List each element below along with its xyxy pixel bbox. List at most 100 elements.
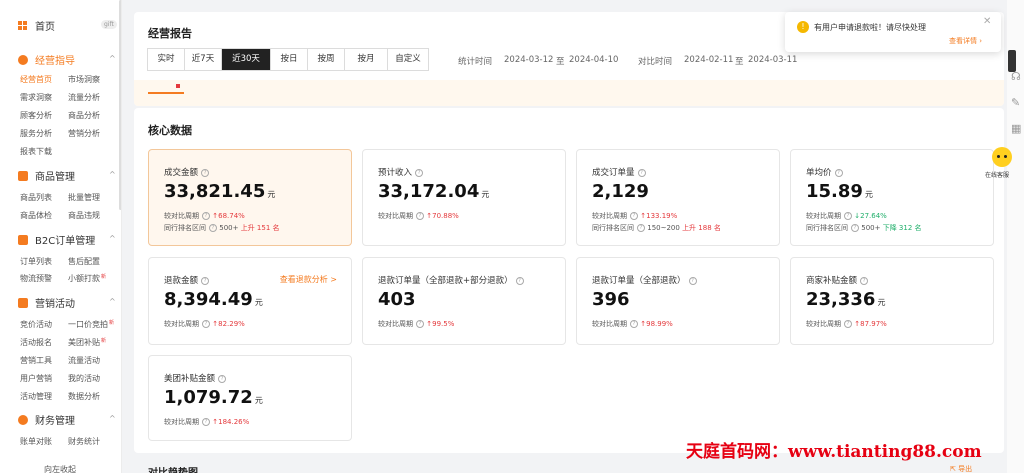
sidebar-item[interactable]: 用户营销 (20, 373, 52, 384)
sidebar-group-orders[interactable]: B2C订单管理 (18, 232, 95, 247)
help-icon[interactable]: ? (834, 168, 843, 177)
help-icon[interactable]: ? (202, 320, 210, 328)
metric-card-order-count[interactable]: 成交订单量? 2,129 较对比周期? ↑133.19% 同行排名区间? 150… (576, 149, 780, 246)
edit-icon[interactable]: ✎ (1011, 96, 1020, 109)
sidebar-item[interactable]: 经营首页 (20, 74, 52, 85)
sidebar-item[interactable]: 服务分析 (20, 128, 52, 139)
qrcode-icon[interactable]: ▦ (1011, 122, 1021, 135)
sidebar-item[interactable]: 营销分析 (68, 128, 100, 139)
help-icon[interactable]: ? (416, 212, 424, 220)
help-icon[interactable]: ? (415, 168, 424, 177)
help-icon[interactable]: ? (851, 224, 859, 232)
metric-card-meituan-subsidy[interactable]: 美团补贴金额? 1,079.72 元 较对比周期? ↑184.26% (148, 355, 352, 441)
collapse-sidebar-item[interactable]: 向左收起 (44, 464, 76, 473)
metric-card-refund-orders-all-partial[interactable]: 退款订单量（全部退款+部分退款）? 403 较对比周期? ↑99.5% (362, 257, 566, 345)
help-icon[interactable]: ? (209, 224, 217, 232)
sidebar-item[interactable]: 售后配置 (68, 256, 100, 267)
help-icon[interactable]: ? (201, 168, 210, 177)
help-icon[interactable]: ? (416, 320, 424, 328)
metric-value: 2,129 (592, 181, 649, 202)
sidebar-item[interactable]: 财务统计 (68, 436, 100, 447)
sidebar-item-home[interactable]: 首页 (18, 18, 55, 33)
online-service-button[interactable]: 在线客服 (984, 147, 1020, 183)
help-icon[interactable]: ? (218, 374, 227, 383)
sidebar-group-finance[interactable]: 财务管理 (18, 412, 75, 427)
compare-label: 较对比周期 (164, 418, 199, 426)
tab-realtime[interactable]: 实时 (148, 49, 185, 70)
metric-unit: 元 (267, 190, 276, 199)
close-icon[interactable]: ✕ (983, 16, 991, 27)
sidebar-group-business-guide[interactable]: 经营指导 (18, 52, 75, 67)
tab-7days[interactable]: 近7天 (185, 49, 222, 70)
headset-icon[interactable]: ☊ (1011, 70, 1021, 83)
tab-by-month[interactable]: 按月 (345, 49, 388, 70)
sidebar-item[interactable]: 一口价竞拍新 (68, 319, 114, 330)
sidebar-item[interactable]: 批量管理 (68, 192, 100, 203)
view-details-link[interactable]: 查看详情 › (949, 36, 982, 46)
sidebar-home-label: 首页 (35, 22, 55, 33)
compare-end-date[interactable]: 2024-03-11 (748, 55, 797, 65)
tab-30days[interactable]: 近30天 (222, 49, 271, 70)
tab-by-day[interactable]: 按日 (271, 49, 308, 70)
stat-end-date[interactable]: 2024-04-10 (569, 55, 618, 65)
sidebar-item[interactable]: 活动管理 (20, 391, 52, 402)
chevron-up-icon[interactable]: ^ (109, 234, 116, 243)
export-button[interactable]: ⇱ 导出 (950, 464, 972, 473)
sidebar-item[interactable]: 需求洞察 (20, 92, 52, 103)
compare-label: 较对比周期 (806, 212, 841, 220)
chevron-up-icon[interactable]: ^ (109, 414, 116, 423)
metric-card-gmv[interactable]: 成交金额? 33,821.45 元 较对比周期? ↑68.74% 同行排名区间? … (148, 149, 352, 246)
metric-change: 98.99% (646, 320, 673, 328)
sidebar-item[interactable]: 活动报名 (20, 337, 52, 348)
help-icon[interactable]: ? (630, 320, 638, 328)
help-icon[interactable]: ? (515, 276, 524, 285)
sidebar-item[interactable]: 小额打款新 (68, 273, 106, 284)
help-icon[interactable]: ? (844, 320, 852, 328)
chevron-up-icon[interactable]: ^ (109, 54, 116, 63)
sidebar-item[interactable]: 物流预警 (20, 273, 52, 284)
sidebar-item[interactable]: 账单对账 (20, 436, 52, 447)
metric-card-avg-price[interactable]: 单均价? 15.89 元 较对比周期? ↓27.64% 同行排名区间? 500+ … (790, 149, 994, 246)
metric-card-expected-income[interactable]: 预计收入? 33,172.04 元 较对比周期? ↑70.88% (362, 149, 566, 246)
tab-by-week[interactable]: 按周 (308, 49, 345, 70)
sidebar-item[interactable]: 流量分析 (68, 92, 100, 103)
sidebar-item[interactable]: 订单列表 (20, 256, 52, 267)
sidebar-item[interactable]: 商品体检 (20, 210, 52, 221)
sidebar-item[interactable]: 数据分析 (68, 391, 100, 402)
sidebar-item[interactable]: 我的活动 (68, 373, 100, 384)
help-icon[interactable]: ? (202, 212, 210, 220)
help-icon[interactable]: ? (630, 212, 638, 220)
help-icon[interactable]: ? (637, 224, 645, 232)
sidebar-item[interactable]: 竞价活动 (20, 319, 52, 330)
metric-card-refund-amount[interactable]: 退款金额? 查看退款分析 > 8,394.49 元 较对比周期? ↑82.29% (148, 257, 352, 345)
sidebar-item[interactable]: 美团补贴新 (68, 337, 106, 348)
stat-start-date[interactable]: 2024-03-12 (504, 55, 553, 65)
sidebar-item[interactable]: 商品违规 (68, 210, 100, 221)
sidebar-item[interactable]: 报表下载 (20, 146, 52, 157)
chevron-up-icon[interactable]: ^ (109, 297, 116, 306)
help-icon[interactable]: ? (637, 168, 646, 177)
sidebar-item[interactable]: 顾客分析 (20, 110, 52, 121)
help-icon[interactable]: ? (688, 276, 697, 285)
metric-card-merchant-subsidy[interactable]: 商家补贴金额? 23,336 元 较对比周期? ↑87.97% (790, 257, 994, 345)
help-icon[interactable]: ? (202, 418, 210, 426)
help-icon[interactable]: ? (860, 276, 869, 285)
sidebar-item[interactable]: 市场洞察 (68, 74, 100, 85)
chevron-up-icon[interactable]: ^ (109, 170, 116, 179)
compare-start-date[interactable]: 2024-02-11 (684, 55, 733, 65)
report-banner-strip (134, 80, 1004, 106)
sidebar-group-product[interactable]: 商品管理 (18, 168, 75, 183)
metric-card-refund-orders-all[interactable]: 退款订单量（全部退款）? 396 较对比周期? ↑98.99% (576, 257, 780, 345)
sidebar-item[interactable]: 商品列表 (20, 192, 52, 203)
tab-custom[interactable]: 自定义 (388, 49, 428, 70)
sidebar-item[interactable]: 商品分析 (68, 110, 100, 121)
page-scrollbar[interactable] (1008, 50, 1016, 72)
refund-analysis-link[interactable]: 查看退款分析 > (280, 274, 337, 285)
sidebar-item[interactable]: 流量活动 (68, 355, 100, 366)
sidebar-group-marketing[interactable]: 营销活动 (18, 295, 75, 310)
sidebar-item[interactable]: 营销工具 (20, 355, 52, 366)
help-icon[interactable]: ? (201, 276, 210, 285)
help-icon[interactable]: ? (844, 212, 852, 220)
notification-text: 有用户申请退款啦！请尽快处理 (814, 23, 926, 32)
sidebar-scrollbar[interactable] (119, 0, 121, 210)
